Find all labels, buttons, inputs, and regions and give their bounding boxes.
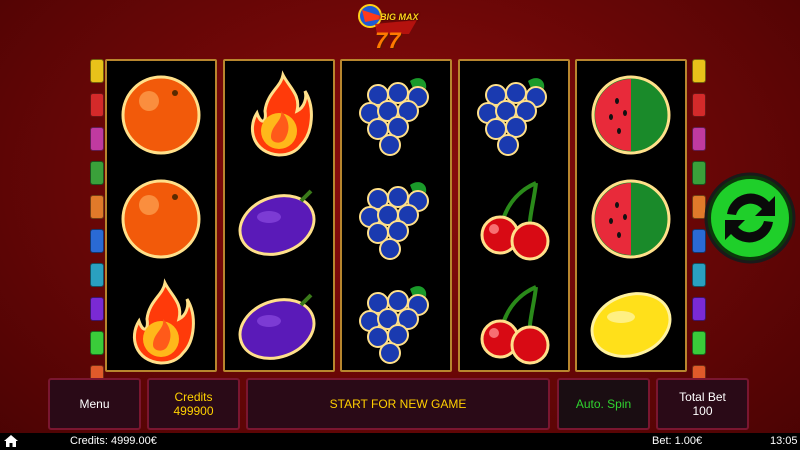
payline-indicator (692, 263, 706, 287)
watermelon-icon (583, 67, 679, 163)
cherry-icon (466, 275, 562, 371)
status-bar: Credits: 4999.00€ Bet: 1.00€ 13:05 (0, 433, 800, 450)
payline-indicators-left (90, 59, 104, 399)
start-button[interactable]: START FOR NEW GAME (246, 378, 550, 430)
plum-icon (231, 275, 327, 371)
reel-3 (340, 59, 452, 372)
credits-value: 499900 (173, 404, 214, 418)
watermelon-icon (583, 171, 679, 267)
payline-indicator (692, 93, 706, 117)
logo-title: BIG MAX (380, 12, 419, 22)
total-bet-value: 100 (692, 404, 713, 418)
start-label: START FOR NEW GAME (329, 397, 467, 411)
reel-1 (105, 59, 217, 372)
menu-label: Menu (79, 397, 110, 411)
refresh-arrows-icon (704, 172, 796, 264)
fire-icon (231, 67, 327, 163)
reels-area (105, 59, 691, 372)
credits-display: Credits 499900 (147, 378, 240, 430)
payline-indicator (90, 195, 104, 219)
menu-button[interactable]: Menu (48, 378, 141, 430)
reel-4 (457, 59, 570, 372)
orange-icon (113, 171, 209, 267)
payline-indicator (90, 127, 104, 151)
spin-button[interactable] (703, 170, 797, 266)
status-time: 13:05 (770, 435, 798, 447)
logo-number: 77 (375, 28, 402, 53)
payline-indicator (90, 161, 104, 185)
auto-spin-button[interactable]: Auto. Spin (557, 378, 650, 430)
payline-indicator (692, 127, 706, 151)
payline-indicator (90, 229, 104, 253)
auto-spin-label: Auto. Spin (575, 397, 632, 411)
payline-indicator (90, 263, 104, 287)
payline-indicator (692, 331, 706, 355)
reel-2 (222, 59, 335, 372)
payline-indicator (90, 331, 104, 355)
home-icon[interactable] (4, 435, 18, 450)
payline-indicator (90, 59, 104, 83)
payline-indicator (692, 59, 706, 83)
credits-label: Credits (174, 390, 213, 404)
plum-icon (231, 171, 327, 267)
total-bet-label: Total Bet (679, 390, 726, 404)
grapes-icon (348, 275, 444, 371)
status-credits: Credits: 4999.00€ (70, 435, 157, 447)
grapes-icon (348, 171, 444, 267)
reel-5 (575, 59, 687, 372)
payline-indicator (90, 297, 104, 321)
lemon-icon (583, 275, 679, 371)
total-bet-button[interactable]: Total Bet 100 (656, 378, 749, 430)
payline-indicator (692, 297, 706, 321)
payline-indicator (90, 93, 104, 117)
grapes-icon (348, 67, 444, 163)
orange-icon (113, 67, 209, 163)
cherry-icon (466, 171, 562, 267)
grapes-icon (466, 67, 562, 163)
fire-icon (113, 275, 209, 371)
status-bet: Bet: 1.00€ (652, 435, 703, 447)
